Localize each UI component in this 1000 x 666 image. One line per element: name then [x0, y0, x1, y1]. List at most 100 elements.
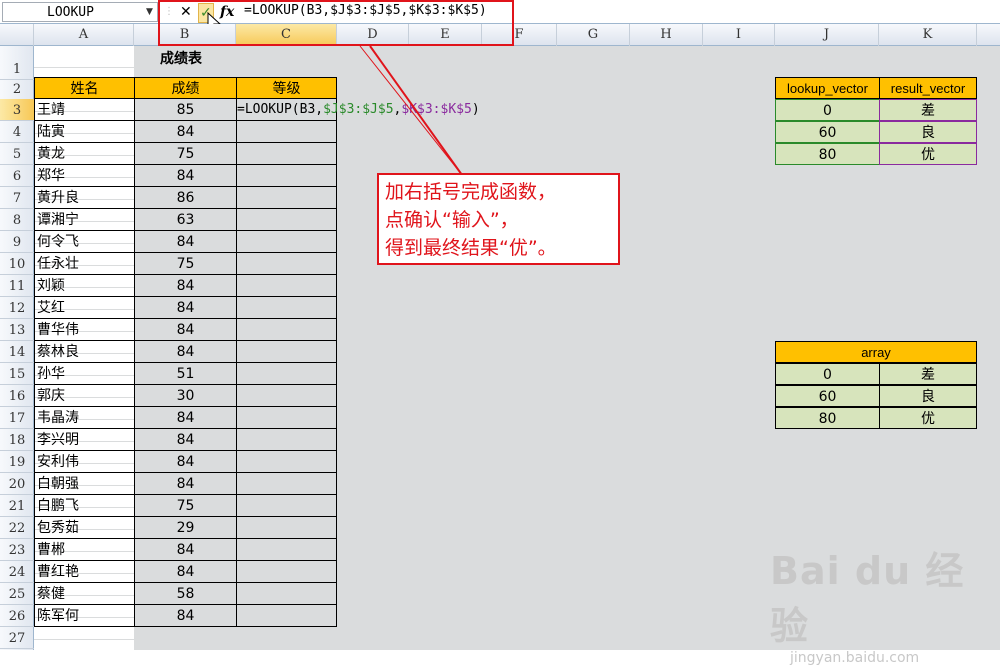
row-header[interactable]: 13	[0, 319, 34, 341]
student-name-cell[interactable]: 任永壮	[34, 253, 135, 275]
lookup-vector-cell[interactable]: 80	[775, 143, 880, 165]
row-header[interactable]: 22	[0, 517, 34, 539]
student-name-cell[interactable]: 曹郴	[34, 539, 135, 561]
row-header[interactable]: 15	[0, 363, 34, 385]
column-header-k[interactable]: K	[879, 24, 977, 46]
student-score-cell[interactable]: 84	[134, 121, 237, 143]
student-score-cell[interactable]: 84	[134, 165, 237, 187]
student-score-cell[interactable]: 84	[134, 451, 237, 473]
name-box[interactable]: LOOKUP	[2, 2, 158, 22]
student-name-cell[interactable]: 安利伟	[34, 451, 135, 473]
student-name-cell[interactable]: 谭湘宁	[34, 209, 135, 231]
row-header[interactable]: 19	[0, 451, 34, 473]
header-score[interactable]: 成绩	[134, 77, 237, 99]
array-cell[interactable]: 差	[879, 363, 977, 385]
student-score-cell[interactable]: 84	[134, 275, 237, 297]
row-header[interactable]: 4	[0, 121, 34, 143]
student-name-cell[interactable]: 韦晶涛	[34, 407, 135, 429]
student-score-cell[interactable]: 84	[134, 341, 237, 363]
row-header[interactable]: 26	[0, 605, 34, 627]
student-grade-cell[interactable]	[236, 231, 337, 253]
editing-cell-c3[interactable]: =LOOKUP(B3,$J$3:$J$5,$K$3:$K$5)	[237, 99, 497, 121]
student-name-cell[interactable]: 郭庆	[34, 385, 135, 407]
column-header-a[interactable]: A	[34, 24, 134, 46]
student-name-cell[interactable]: 曹红艳	[34, 561, 135, 583]
result-vector-cell[interactable]: 良	[879, 121, 977, 143]
row-header[interactable]: 17	[0, 407, 34, 429]
student-name-cell[interactable]: 孙华	[34, 363, 135, 385]
student-score-cell[interactable]: 63	[134, 209, 237, 231]
student-grade-cell[interactable]	[236, 165, 337, 187]
column-header-g[interactable]: G	[557, 24, 630, 46]
student-score-cell[interactable]: 84	[134, 231, 237, 253]
student-name-cell[interactable]: 李兴明	[34, 429, 135, 451]
student-grade-cell[interactable]	[236, 473, 337, 495]
student-score-cell[interactable]: 84	[134, 561, 237, 583]
row-header[interactable]: 5	[0, 143, 34, 165]
student-score-cell[interactable]: 51	[134, 363, 237, 385]
header-grade[interactable]: 等级	[236, 77, 337, 99]
result-vector-cell[interactable]: 优	[879, 143, 977, 165]
row-header[interactable]: 14	[0, 341, 34, 363]
header-result-vector[interactable]: result_vector	[879, 77, 977, 99]
row-header[interactable]: 3	[0, 99, 34, 121]
student-score-cell[interactable]: 75	[134, 253, 237, 275]
array-cell[interactable]: 80	[775, 407, 880, 429]
student-name-cell[interactable]: 何令飞	[34, 231, 135, 253]
student-score-cell[interactable]: 84	[134, 319, 237, 341]
student-score-cell[interactable]: 75	[134, 143, 237, 165]
student-score-cell[interactable]: 84	[134, 605, 237, 627]
student-name-cell[interactable]: 蔡健	[34, 583, 135, 605]
row-header[interactable]: 16	[0, 385, 34, 407]
column-header-j[interactable]: J	[775, 24, 879, 46]
student-name-cell[interactable]: 刘颖	[34, 275, 135, 297]
student-grade-cell[interactable]	[236, 253, 337, 275]
row-header[interactable]: 23	[0, 539, 34, 561]
student-score-cell[interactable]: 30	[134, 385, 237, 407]
student-name-cell[interactable]: 陆寅	[34, 121, 135, 143]
student-name-cell[interactable]: 曹华伟	[34, 319, 135, 341]
student-grade-cell[interactable]	[236, 209, 337, 231]
student-grade-cell[interactable]	[236, 297, 337, 319]
student-grade-cell[interactable]	[236, 605, 337, 627]
chevron-down-icon[interactable]: ▼	[146, 7, 153, 17]
student-grade-cell[interactable]	[236, 341, 337, 363]
row-header[interactable]: 25	[0, 583, 34, 605]
student-score-cell[interactable]: 84	[134, 407, 237, 429]
row-header[interactable]: 2	[0, 78, 34, 100]
student-grade-cell[interactable]	[236, 583, 337, 605]
header-lookup-vector[interactable]: lookup_vector	[775, 77, 880, 99]
student-grade-cell[interactable]	[236, 561, 337, 583]
student-name-cell[interactable]: 黄龙	[34, 143, 135, 165]
row-header[interactable]: 1	[0, 58, 34, 80]
header-array[interactable]: array	[775, 341, 977, 363]
student-score-cell[interactable]: 84	[134, 297, 237, 319]
student-grade-cell[interactable]	[236, 407, 337, 429]
student-score-cell[interactable]: 85	[134, 99, 237, 121]
array-cell[interactable]: 优	[879, 407, 977, 429]
student-name-cell[interactable]: 白鹏飞	[34, 495, 135, 517]
student-score-cell[interactable]: 58	[134, 583, 237, 605]
student-grade-cell[interactable]	[236, 539, 337, 561]
student-grade-cell[interactable]	[236, 385, 337, 407]
student-grade-cell[interactable]	[236, 495, 337, 517]
student-grade-cell[interactable]	[236, 275, 337, 297]
student-grade-cell[interactable]	[236, 517, 337, 539]
student-grade-cell[interactable]	[236, 319, 337, 341]
student-score-cell[interactable]: 84	[134, 539, 237, 561]
student-name-cell[interactable]: 陈军何	[34, 605, 135, 627]
row-header[interactable]: 27	[0, 627, 34, 649]
student-grade-cell[interactable]	[236, 363, 337, 385]
header-name[interactable]: 姓名	[34, 77, 135, 99]
array-cell[interactable]: 60	[775, 385, 880, 407]
select-all-corner[interactable]	[0, 24, 34, 46]
row-header[interactable]: 24	[0, 561, 34, 583]
student-score-cell[interactable]: 84	[134, 473, 237, 495]
row-header[interactable]: 7	[0, 187, 34, 209]
student-grade-cell[interactable]	[236, 429, 337, 451]
row-header[interactable]: 10	[0, 253, 34, 275]
column-header-i[interactable]: I	[703, 24, 775, 46]
row-header[interactable]: 20	[0, 473, 34, 495]
student-score-cell[interactable]: 86	[134, 187, 237, 209]
student-name-cell[interactable]: 郑华	[34, 165, 135, 187]
